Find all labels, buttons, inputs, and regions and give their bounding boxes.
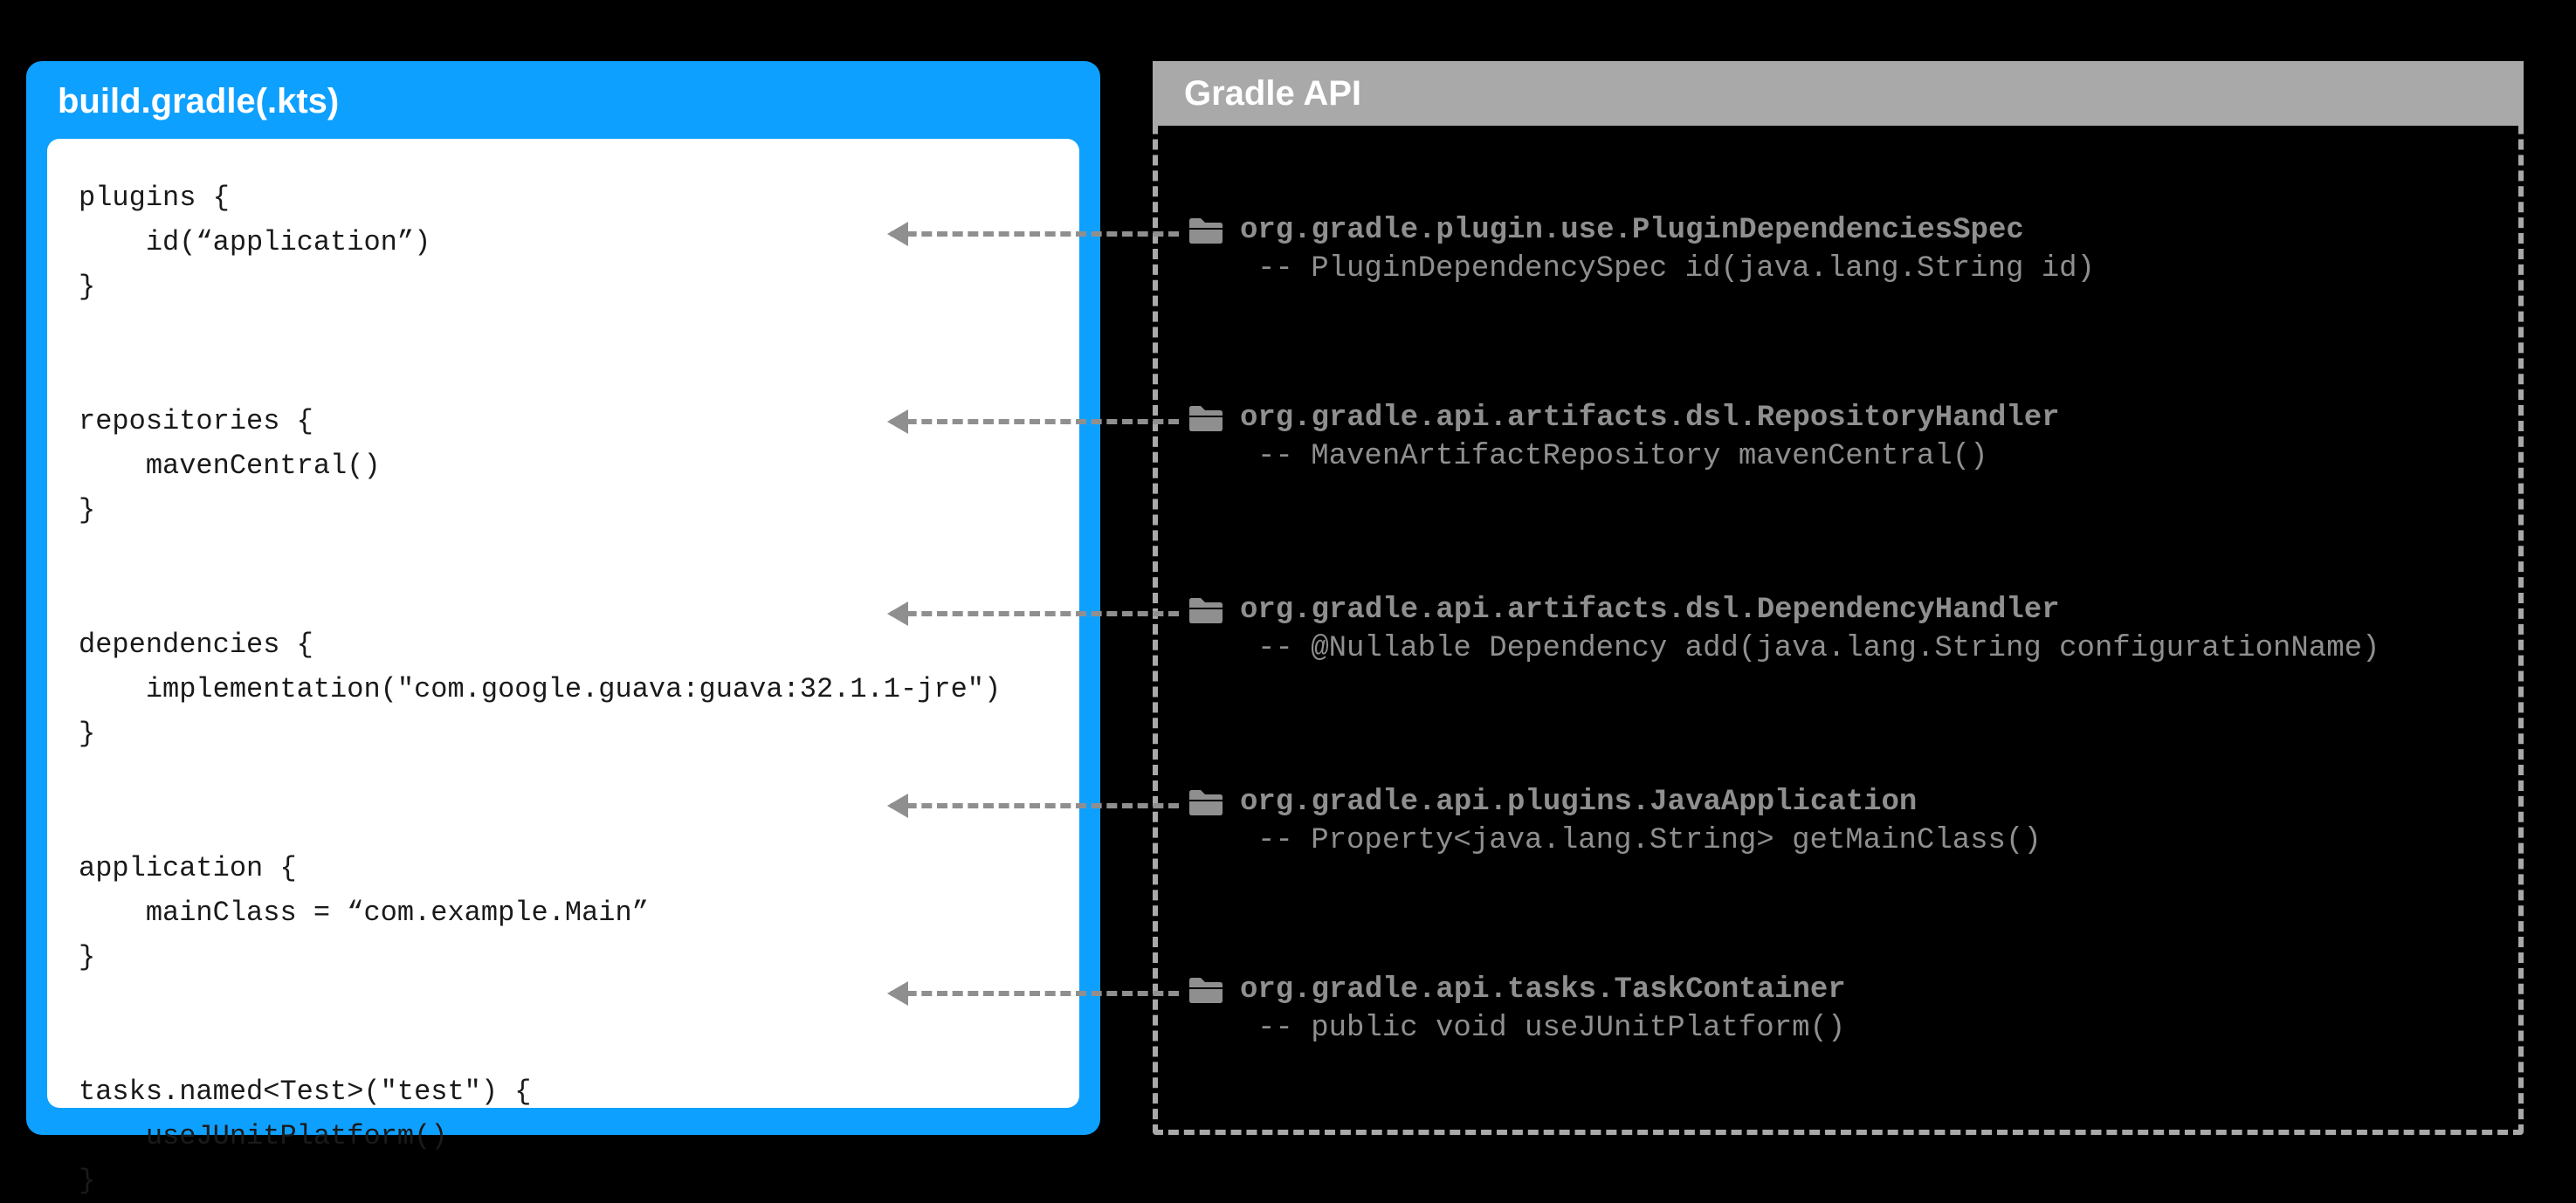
api-entry: org.gradle.api.plugins.JavaApplication -… xyxy=(1188,786,2497,857)
folder-icon xyxy=(1188,595,1224,625)
folder-icon xyxy=(1188,975,1224,1005)
api-class: org.gradle.api.tasks.TaskContainer xyxy=(1240,973,1846,1007)
api-entry: org.gradle.api.tasks.TaskContainer -- pu… xyxy=(1188,973,2497,1045)
folder-icon xyxy=(1188,216,1224,245)
api-signature: -- public void useJUnitPlatform() xyxy=(1188,1012,2497,1045)
api-entry: org.gradle.plugin.use.PluginDependencies… xyxy=(1188,214,2497,285)
build-file-code-box: plugins { id(“application”) } repositori… xyxy=(47,139,1079,1108)
api-signature: -- PluginDependencySpec id(java.lang.Str… xyxy=(1188,252,2497,285)
api-class: org.gradle.api.artifacts.dsl.RepositoryH… xyxy=(1240,402,2060,435)
api-class: org.gradle.plugin.use.PluginDependencies… xyxy=(1240,214,2024,247)
arrow-connector xyxy=(891,419,1179,424)
arrow-connector xyxy=(891,231,1179,237)
diagram-stage: build.gradle(.kts) plugins { id(“applica… xyxy=(0,0,2576,1179)
api-signature: -- @Nullable Dependency add(java.lang.St… xyxy=(1188,632,2497,665)
api-class: org.gradle.api.artifacts.dsl.DependencyH… xyxy=(1240,594,2060,627)
arrow-connector xyxy=(891,611,1179,616)
api-signature: -- Property<java.lang.String> getMainCla… xyxy=(1188,824,2497,857)
api-entry: org.gradle.api.artifacts.dsl.RepositoryH… xyxy=(1188,402,2497,473)
arrow-connector xyxy=(891,803,1179,808)
build-file-panel: build.gradle(.kts) plugins { id(“applica… xyxy=(26,61,1100,1135)
api-class: org.gradle.api.plugins.JavaApplication xyxy=(1240,786,1917,819)
build-file-title: build.gradle(.kts) xyxy=(26,61,1100,139)
arrow-connector xyxy=(891,991,1179,996)
api-signature: -- MavenArtifactRepository mavenCentral(… xyxy=(1188,440,2497,473)
folder-icon xyxy=(1188,403,1224,433)
build-file-code: plugins { id(“application”) } repositori… xyxy=(79,175,1048,1203)
api-entry: org.gradle.api.artifacts.dsl.DependencyH… xyxy=(1188,594,2497,665)
folder-icon xyxy=(1188,787,1224,817)
